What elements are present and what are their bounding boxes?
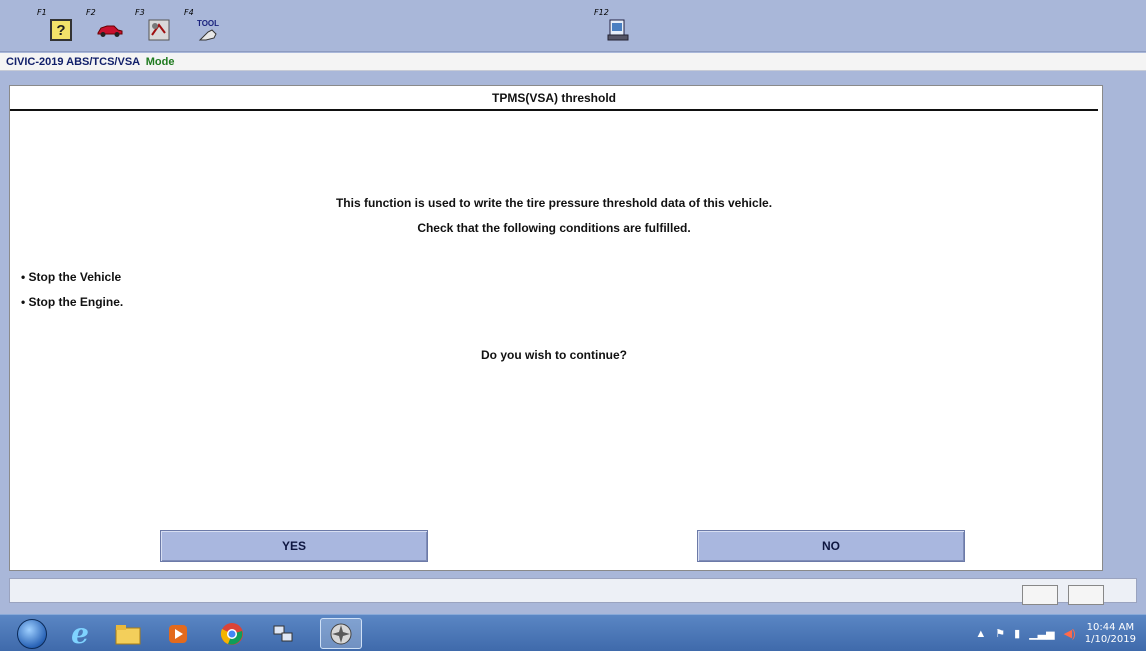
- mode-label: Mode: [145, 56, 175, 68]
- f3-service-button[interactable]: F3: [133, 6, 177, 46]
- f4-tool-button[interactable]: F4 TOOL: [182, 6, 226, 46]
- main-panel: TPMS(VSA) threshold This function is use…: [9, 85, 1103, 571]
- network-app-icon[interactable]: [265, 618, 301, 649]
- signal-icon[interactable]: ▁▃▅: [1029, 627, 1054, 640]
- tool-icon-text: TOOL: [196, 18, 220, 28]
- start-button[interactable]: [14, 618, 50, 649]
- condition-item: • Stop the Engine.: [21, 295, 124, 309]
- yes-button[interactable]: YES: [160, 530, 428, 562]
- print-icon: [604, 16, 632, 44]
- system-tray: ▲ ⚑ ▮ ▁▃▅ ◀) 10:44 AM 1/10/2019: [975, 615, 1136, 651]
- tool-icon: TOOL: [194, 16, 222, 44]
- clock-time: 10:44 AM: [1086, 621, 1135, 633]
- diagnostic-app-icon[interactable]: [320, 618, 362, 649]
- no-button[interactable]: NO: [697, 530, 965, 562]
- car-icon: [96, 16, 124, 44]
- f12-print-button[interactable]: F12: [592, 6, 636, 46]
- condition-item: • Stop the Vehicle: [21, 270, 122, 284]
- clock[interactable]: 10:44 AM 1/10/2019: [1085, 622, 1136, 646]
- message-line-2: Check that the following conditions are …: [417, 221, 691, 235]
- system-label: ABS/TCS/VSA: [66, 56, 140, 68]
- service-icon: [145, 16, 173, 44]
- message-line-1: This function is used to write the tire …: [335, 196, 773, 210]
- help-icon: ?: [47, 16, 75, 44]
- f4-key-label: F4: [184, 8, 194, 17]
- internet-explorer-icon[interactable]: e: [62, 617, 98, 650]
- vehicle-label: CIVIC-2019: [6, 56, 64, 68]
- page-title: TPMS(VSA) threshold: [491, 91, 616, 105]
- f1-help-button[interactable]: F1 ?: [35, 6, 79, 46]
- file-explorer-icon[interactable]: [110, 618, 146, 649]
- f2-vehicle-button[interactable]: F2: [84, 6, 128, 46]
- windows-icon: [17, 618, 47, 649]
- show-hidden-icons-icon[interactable]: ▲: [975, 628, 986, 640]
- status-bar: [9, 578, 1137, 603]
- taskbar: e ▲ ⚑ ▮ ▁▃▅ ◀) 10:44 AM 1/10/2019: [0, 614, 1146, 651]
- status-box: [1068, 585, 1104, 605]
- clock-date: 1/10/2019: [1084, 633, 1136, 645]
- media-player-icon[interactable]: [160, 618, 196, 649]
- f1-key-label: F1: [37, 8, 47, 17]
- volume-icon[interactable]: ◀): [1064, 627, 1076, 640]
- mode-bar: CIVIC-2019 ABS/TCS/VSA Mode: [0, 53, 1146, 71]
- flag-icon[interactable]: ⚑: [995, 627, 1005, 640]
- continue-question: Do you wish to continue?: [481, 348, 627, 362]
- f3-key-label: F3: [135, 8, 145, 17]
- battery-icon[interactable]: ▮: [1014, 627, 1020, 640]
- toolbar: F1 ? F2 F3 F4 TOOL F12: [0, 0, 1146, 52]
- f2-key-label: F2: [86, 8, 96, 17]
- status-box: [1022, 585, 1058, 605]
- title-divider: [10, 109, 1098, 111]
- chrome-icon[interactable]: [214, 618, 250, 649]
